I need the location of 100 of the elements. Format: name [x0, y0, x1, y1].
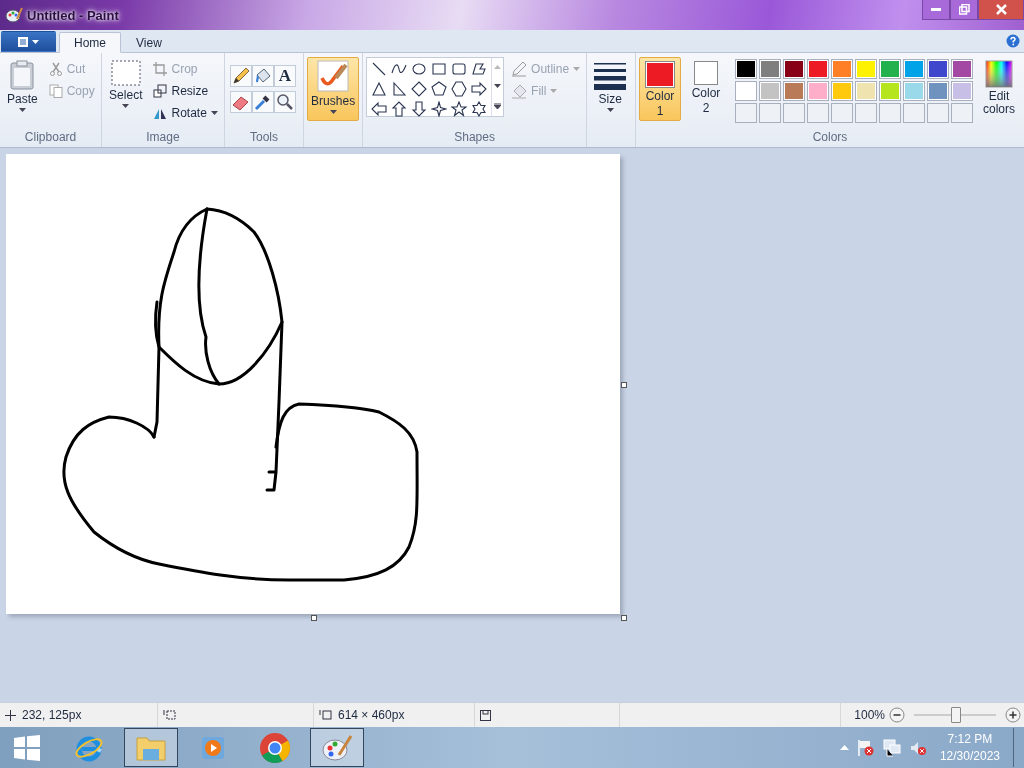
network-icon[interactable] [882, 738, 901, 757]
color-slot-button[interactable]: Color 2 [685, 57, 727, 121]
shape-icon[interactable] [471, 101, 488, 117]
resize-handle[interactable] [621, 615, 627, 621]
copy-icon [48, 83, 63, 98]
file-menu-button[interactable] [1, 31, 56, 52]
rotate-button[interactable]: Rotate [150, 102, 221, 123]
file-explorer-taskbar-icon[interactable] [124, 728, 178, 767]
palette-swatch[interactable] [807, 59, 829, 79]
selection-size-icon [163, 709, 176, 721]
text-tool[interactable]: A [273, 65, 296, 87]
empty-swatch[interactable] [927, 103, 949, 123]
palette-swatch[interactable] [879, 59, 901, 79]
palette-swatch[interactable] [735, 59, 757, 79]
group-label: Image [145, 129, 181, 146]
magnifier-tool[interactable] [273, 91, 296, 113]
palette-swatch[interactable] [759, 59, 781, 79]
palette-swatch[interactable] [903, 81, 925, 101]
shape-icon[interactable] [411, 81, 428, 97]
pencil-icon [231, 67, 250, 85]
palette-swatch[interactable] [879, 81, 901, 101]
shape-icon[interactable] [371, 81, 388, 97]
magnifier-icon [275, 93, 294, 111]
fill-tool[interactable] [251, 65, 274, 87]
palette-swatch[interactable] [927, 59, 949, 79]
shape-icon[interactable] [471, 81, 488, 97]
crop-icon [153, 61, 168, 76]
empty-swatch[interactable] [951, 103, 973, 123]
paintbrush-icon [317, 60, 350, 92]
expand-gallery-icon[interactable] [494, 102, 502, 109]
minimize-button[interactable] [922, 0, 950, 20]
scroll-down-icon[interactable] [494, 84, 502, 88]
palette-swatch[interactable] [855, 59, 877, 79]
empty-swatch[interactable] [903, 103, 925, 123]
palette-swatch[interactable] [735, 81, 757, 101]
palette-swatch[interactable] [807, 81, 829, 101]
shape-icon[interactable] [371, 61, 388, 77]
shape-icon[interactable] [391, 101, 408, 117]
empty-swatch[interactable] [759, 103, 781, 123]
dropdown-arrow-icon [606, 108, 614, 112]
restore-icon [958, 4, 970, 15]
resize-handle[interactable] [311, 615, 317, 621]
color-slot-button[interactable]: Color 1 [639, 57, 681, 121]
shape-icon[interactable] [451, 61, 468, 77]
group-label: Clipboard [23, 129, 78, 146]
canvas-size-icon [319, 709, 332, 721]
palette-swatch[interactable] [783, 81, 805, 101]
resize-button[interactable]: Resize [150, 80, 221, 101]
cursor-position-icon [5, 709, 16, 721]
shape-icon[interactable] [411, 61, 428, 77]
zoom-out-button[interactable] [889, 707, 905, 723]
close-button[interactable] [978, 0, 1024, 20]
edit-colors-button[interactable]: Edit colors [977, 57, 1021, 121]
paint-taskbar-icon[interactable] [310, 728, 364, 767]
clipboard-icon [9, 60, 36, 90]
empty-swatch[interactable] [783, 103, 805, 123]
palette-swatch[interactable] [927, 81, 949, 101]
eraser-tool[interactable] [229, 91, 252, 113]
group-label: Tools [248, 129, 279, 146]
palette-swatch[interactable] [759, 81, 781, 101]
shape-icon[interactable] [431, 81, 448, 97]
zoom-in-button[interactable] [1005, 707, 1021, 723]
dropdown-arrow-icon [18, 108, 26, 112]
empty-swatch[interactable] [855, 103, 877, 123]
paste-button[interactable]: Paste [3, 57, 42, 121]
color-picker-tool[interactable] [251, 91, 274, 113]
palette-swatch[interactable] [831, 81, 853, 101]
windows-logo-icon [14, 734, 40, 761]
pencil-tool[interactable] [229, 65, 252, 87]
resize-handle[interactable] [621, 382, 627, 388]
shape-icon[interactable] [451, 101, 468, 117]
shape-icon[interactable] [391, 81, 408, 97]
palette-swatch[interactable] [783, 59, 805, 79]
empty-swatch[interactable] [879, 103, 901, 123]
palette-swatch[interactable] [951, 81, 973, 101]
shape-icon[interactable] [451, 81, 468, 97]
shape-icon[interactable] [431, 101, 448, 117]
select-button[interactable]: Select [105, 57, 147, 121]
zoom-slider-thumb[interactable] [951, 707, 961, 723]
line-thickness-icon [594, 62, 627, 90]
palette-swatch[interactable] [831, 59, 853, 79]
shape-icon[interactable] [471, 61, 488, 77]
brushes-button[interactable]: Brushes [307, 57, 360, 121]
palette-swatch[interactable] [855, 81, 877, 101]
file-size-icon [480, 709, 491, 721]
dropdown-arrow-icon [329, 110, 337, 114]
empty-swatch[interactable] [807, 103, 829, 123]
ribbon-tab[interactable]: Home [59, 32, 121, 53]
shape-icon[interactable] [411, 101, 428, 117]
ribbon-tab[interactable]: View [121, 32, 177, 53]
palette-swatch[interactable] [951, 59, 973, 79]
shape-icon[interactable] [371, 101, 388, 117]
flag-error-icon[interactable] [856, 738, 875, 757]
empty-swatch[interactable] [735, 103, 757, 123]
restore-button[interactable] [950, 0, 978, 20]
empty-swatch[interactable] [831, 103, 853, 123]
paint-bucket-icon [511, 82, 528, 99]
size-button[interactable]: Size [590, 57, 631, 121]
help-icon[interactable] [1006, 34, 1020, 48]
palette-swatch[interactable] [903, 59, 925, 79]
